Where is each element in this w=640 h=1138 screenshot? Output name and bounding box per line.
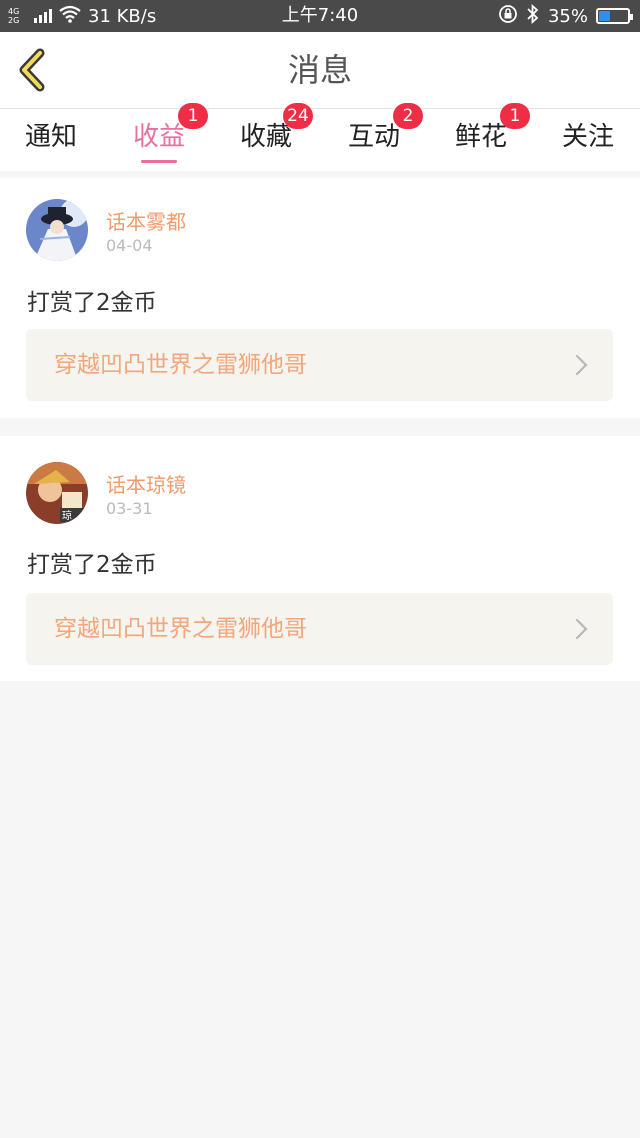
message-card: 话本雾都 04-04 打赏了2金币 穿越凹凸世界之雷狮他哥	[0, 178, 640, 418]
avatar[interactable]	[26, 199, 88, 261]
battery-icon	[596, 8, 633, 24]
unread-badge: 2	[393, 103, 423, 129]
message-date: 04-04	[106, 236, 153, 255]
tab-bar: 通知 收益 1 收藏 24 互动 2 鲜花 1 关注	[0, 103, 640, 171]
message-date: 03-31	[106, 499, 153, 518]
book-link[interactable]: 穿越凹凸世界之雷狮他哥	[26, 329, 613, 401]
unread-badge: 1	[500, 103, 530, 129]
status-bar: 4G 2G 31 KB/s 上午7:40 35%	[0, 0, 640, 32]
unread-badge: 24	[283, 103, 313, 129]
chevron-right-icon	[575, 618, 588, 640]
tab-label: 通知	[24, 122, 77, 152]
message-text: 打赏了2金币	[27, 552, 157, 578]
active-tab-indicator	[141, 160, 177, 163]
chevron-right-icon	[575, 354, 588, 376]
book-title: 穿越凹凸世界之雷狮他哥	[54, 616, 307, 642]
tab-label: 关注	[561, 122, 614, 152]
username[interactable]: 话本琼镜	[106, 469, 186, 498]
tab-favorites[interactable]: 收藏 24	[221, 103, 313, 171]
unread-badge: 1	[178, 103, 208, 129]
lock-rotation-icon	[498, 4, 518, 29]
tab-interactions[interactable]: 互动 2	[329, 103, 423, 171]
tab-notifications[interactable]: 通知	[6, 109, 96, 171]
bluetooth-icon	[526, 3, 540, 29]
message-card: 琼 话本琼镜 03-31 打赏了2金币 穿越凹凸世界之雷狮他哥	[0, 436, 640, 681]
message-text: 打赏了2金币	[27, 290, 157, 316]
battery-percent: 35%	[547, 5, 588, 27]
tab-flowers[interactable]: 鲜花 1	[436, 103, 530, 171]
top-bar: 消息	[0, 32, 640, 109]
book-title: 穿越凹凸世界之雷狮他哥	[54, 352, 307, 378]
page-title: 消息	[287, 51, 352, 89]
book-link[interactable]: 穿越凹凸世界之雷狮他哥	[26, 593, 613, 665]
tab-follows[interactable]: 关注	[543, 109, 633, 171]
svg-text:琼: 琼	[62, 509, 72, 522]
avatar[interactable]: 琼	[26, 462, 88, 524]
username[interactable]: 话本雾都	[106, 206, 186, 235]
tab-earnings[interactable]: 收益 1	[114, 103, 208, 171]
